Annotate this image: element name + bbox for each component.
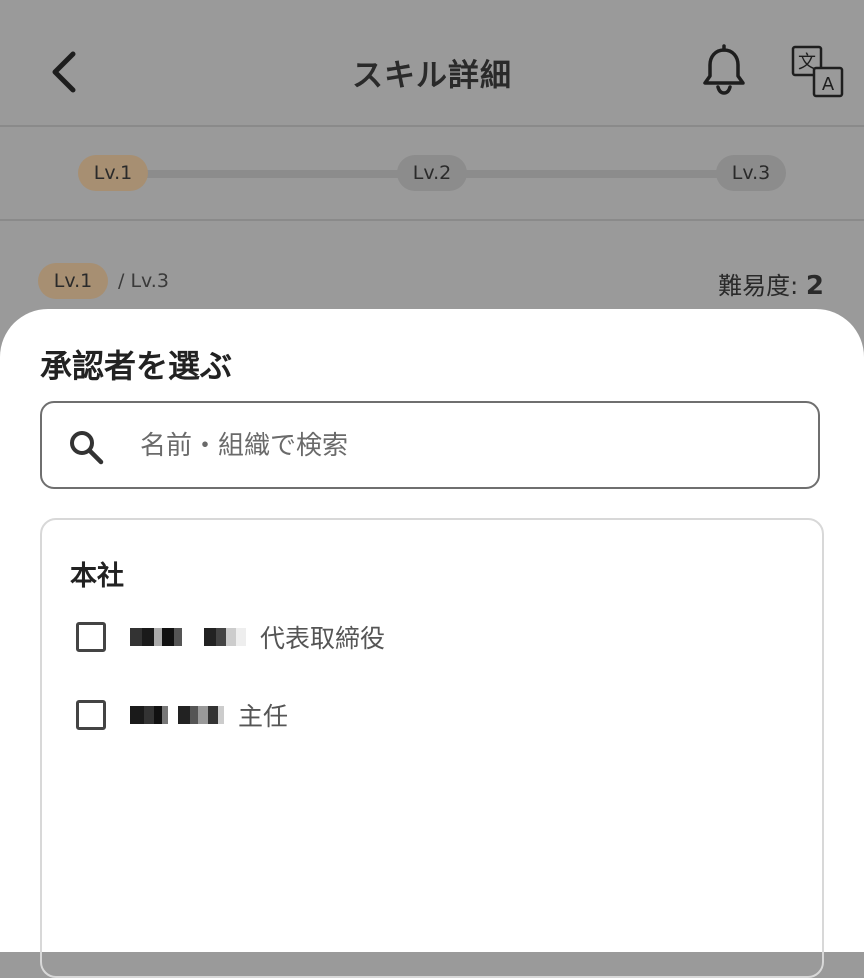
translate-icon: 文 A <box>791 45 844 98</box>
approver-checkbox[interactable] <box>76 700 106 730</box>
bell-icon <box>703 44 745 95</box>
search-input[interactable] <box>138 421 782 471</box>
approver-role: 主任 <box>238 702 289 731</box>
approver-list: 本社 代表取締役 主任 <box>40 518 824 978</box>
search-icon <box>70 431 104 465</box>
difficulty-label: 難易度: <box>718 272 799 300</box>
masked-name <box>130 704 224 726</box>
sheet-title: 承認者を選ぶ <box>40 347 233 385</box>
difficulty: 難易度: 2 <box>718 266 824 301</box>
notifications-button[interactable] <box>700 44 748 96</box>
translate-button[interactable]: 文 A <box>790 44 846 100</box>
approver-bottom-sheet: 承認者を選ぶ 本社 代表取締役 <box>0 309 864 978</box>
level-progress: Lv.1 Lv.2 Lv.3 <box>0 127 864 221</box>
list-item[interactable]: 主任 <box>76 695 776 735</box>
group-title: 本社 <box>70 561 124 592</box>
skill-info: Lv.1 / Lv.3 難易度: 2 <box>0 222 864 312</box>
level-pill-3[interactable]: Lv.3 <box>716 155 786 191</box>
list-item[interactable]: 代表取締役 <box>76 617 776 657</box>
approver-role: 代表取締役 <box>260 624 386 653</box>
level-pill-1[interactable]: Lv.1 <box>78 155 148 191</box>
difficulty-value: 2 <box>805 271 824 301</box>
level-pill-2[interactable]: Lv.2 <box>397 155 467 191</box>
search-box[interactable] <box>40 401 820 489</box>
current-level-badge: Lv.1 <box>38 263 108 299</box>
svg-text:A: A <box>822 74 835 95</box>
max-level-label: / Lv.3 <box>118 270 169 292</box>
masked-name <box>130 626 246 648</box>
app-header: スキル詳細 文 A <box>0 0 864 127</box>
approver-checkbox[interactable] <box>76 622 106 652</box>
